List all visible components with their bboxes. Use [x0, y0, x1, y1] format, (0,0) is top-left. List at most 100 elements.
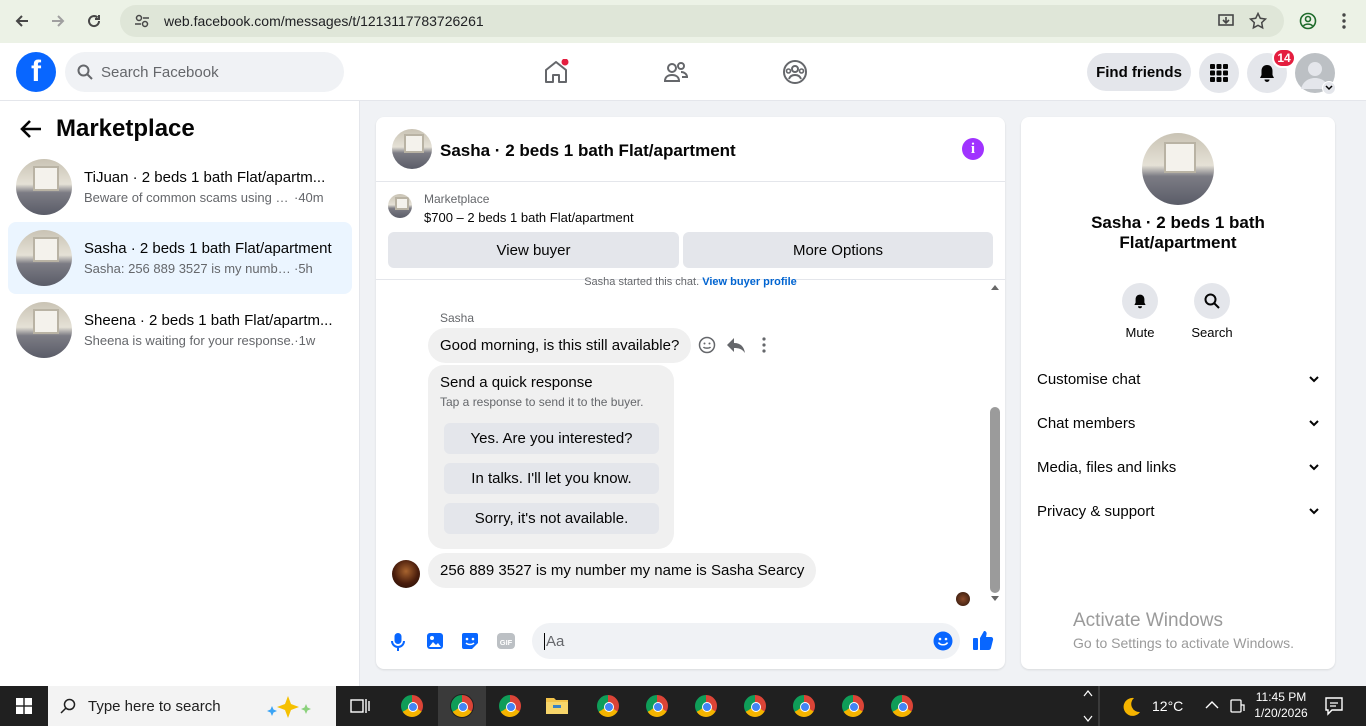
file-explorer-icon[interactable]: [545, 694, 569, 716]
thumbs-up-icon[interactable]: [972, 629, 994, 651]
conversation-preview: Sasha: 256 889 3527 is my number m...: [84, 261, 294, 276]
grid-icon: [1210, 64, 1228, 82]
install-app-icon[interactable]: [1208, 3, 1244, 39]
more-actions-icon[interactable]: [762, 337, 766, 353]
privacy-support-row[interactable]: Privacy & support: [1037, 499, 1319, 523]
react-smiley-icon[interactable]: [698, 336, 716, 354]
chrome-taskbar-icon[interactable]: [400, 694, 424, 718]
taskbar-search-placeholder: Type here to search: [88, 697, 221, 715]
view-buyer-profile-link[interactable]: View buyer profile: [702, 276, 797, 288]
friends-nav-icon[interactable]: [661, 57, 691, 87]
groups-nav-icon[interactable]: [780, 57, 810, 87]
chrome-taskbar-icon[interactable]: [890, 694, 914, 718]
microphone-icon[interactable]: [390, 632, 406, 652]
details-avatar[interactable]: [1142, 133, 1214, 205]
facebook-logo[interactable]: f: [16, 52, 56, 92]
conversation-item-active[interactable]: Sasha · 2 beds 1 bath Flat/apartment Sas…: [8, 222, 352, 294]
bookmark-star-icon[interactable]: [1240, 3, 1276, 39]
search-label: Search: [1191, 325, 1233, 340]
back-arrow-icon[interactable]: [20, 119, 42, 139]
view-buyer-button[interactable]: View buyer: [388, 232, 679, 268]
chat-details-panel: Sasha · 2 beds 1 bath Flat/apartment Mut…: [1021, 117, 1335, 669]
listing-source: Marketplace: [424, 192, 490, 206]
reload-icon[interactable]: [76, 3, 112, 39]
scrollbar-thumb[interactable]: [990, 407, 1000, 593]
message-input[interactable]: Aa: [532, 623, 960, 659]
find-friends-button[interactable]: Find friends: [1087, 53, 1191, 91]
menu-grid-button[interactable]: [1199, 53, 1239, 93]
sidebar-title: Marketplace: [56, 115, 195, 142]
sender-avatar[interactable]: [392, 560, 420, 588]
chat-members-row[interactable]: Chat members: [1037, 411, 1319, 435]
conversation-item[interactable]: TiJuan · 2 beds 1 bath Flat/apartm... Be…: [8, 151, 352, 223]
chrome-taskbar-icon[interactable]: [841, 694, 865, 718]
photo-icon[interactable]: [426, 632, 444, 650]
more-options-button[interactable]: More Options: [683, 232, 993, 268]
chrome-taskbar-icon[interactable]: [645, 694, 669, 718]
chrome-taskbar-icon[interactable]: [498, 694, 522, 718]
conversation-preview: Beware of common scams using pa...: [84, 190, 294, 205]
conversation-title: Sheena · 2 beds 1 bath Flat/apartm...: [84, 312, 333, 329]
start-button[interactable]: [0, 686, 48, 726]
weather-moon-icon[interactable]: [1120, 696, 1142, 718]
quick-response-subtitle: Tap a response to send it to the buyer.: [440, 395, 644, 409]
chevron-down-icon[interactable]: [1322, 81, 1336, 95]
section-label: Media, files and links: [1037, 458, 1177, 476]
site-info-icon[interactable]: [134, 13, 150, 29]
chevron-down-icon: [1309, 463, 1319, 470]
chrome-taskbar-icon[interactable]: [694, 694, 718, 718]
forward-icon[interactable]: [40, 3, 76, 39]
quick-response-in-talks-button[interactable]: In talks. I'll let you know.: [444, 463, 659, 494]
emoji-icon[interactable]: [933, 631, 953, 651]
windows-logo-icon: [16, 698, 32, 714]
listing-thumbnail: [16, 230, 72, 286]
quick-response-title: Send a quick response: [440, 374, 593, 391]
taskbar-search-input[interactable]: Type here to search: [48, 686, 336, 726]
back-icon[interactable]: [4, 3, 40, 39]
read-receipt-avatar: [956, 592, 970, 606]
temperature[interactable]: 12°C: [1152, 698, 1183, 714]
chevron-down-icon: [1309, 507, 1319, 514]
profile-icon[interactable]: [1290, 3, 1326, 39]
watermark-subtitle: Go to Settings to activate Windows.: [1073, 635, 1294, 651]
listing-price[interactable]: $700 – 2 beds 1 bath Flat/apartment: [424, 210, 634, 225]
search-input[interactable]: Search Facebook: [65, 52, 344, 92]
taskbar-clock[interactable]: 11:45 PM 1/20/2026: [1244, 689, 1318, 721]
chrome-taskbar-icon[interactable]: [596, 694, 620, 718]
conversation-item[interactable]: Sheena · 2 beds 1 bath Flat/apartm... Sh…: [8, 294, 352, 366]
chat-title[interactable]: Sasha · 2 beds 1 bath Flat/apartment: [440, 141, 736, 161]
notification-center-icon[interactable]: [1324, 696, 1344, 716]
browser-menu-icon[interactable]: [1326, 3, 1362, 39]
chrome-taskbar-icon[interactable]: [743, 694, 767, 718]
tray-chevron-up-icon[interactable]: [1205, 700, 1219, 710]
gif-icon[interactable]: GIF: [497, 632, 515, 650]
message-bubble[interactable]: Good morning, is this still available?: [428, 328, 692, 363]
quick-response-yes-button[interactable]: Yes. Are you interested?: [444, 423, 659, 454]
search-chat-button[interactable]: Search: [1182, 283, 1242, 340]
search-icon: [60, 698, 76, 714]
chrome-taskbar-icon[interactable]: [792, 694, 816, 718]
taskbar-scroll-arrows[interactable]: [1083, 688, 1093, 724]
reply-icon[interactable]: [726, 336, 746, 354]
address-bar[interactable]: web.facebook.com/messages/t/121311778372…: [120, 5, 1284, 37]
search-icon: [77, 64, 93, 80]
home-nav-icon[interactable]: [541, 57, 571, 87]
quick-response-not-available-button[interactable]: Sorry, it's not available.: [444, 503, 659, 534]
media-files-links-row[interactable]: Media, files and links: [1037, 455, 1319, 479]
sender-name: Sasha: [440, 311, 475, 325]
taskbar-divider: [1098, 686, 1100, 726]
message-bubble[interactable]: 256 889 3527 is my number my name is Sas…: [428, 553, 817, 588]
clock-time: 11:45 PM: [1255, 690, 1307, 704]
chrome-taskbar-icon[interactable]: [450, 694, 474, 718]
listing-thumbnail[interactable]: [388, 194, 412, 218]
message-input-placeholder: Aa: [546, 632, 565, 650]
customise-chat-row[interactable]: Customise chat: [1037, 367, 1319, 391]
sticker-icon[interactable]: [461, 632, 479, 650]
info-icon[interactable]: i: [962, 138, 984, 160]
task-view-icon[interactable]: [350, 696, 370, 716]
clock-date: 1/20/2026: [1254, 706, 1308, 720]
mute-button[interactable]: Mute: [1110, 283, 1170, 340]
url-text[interactable]: web.facebook.com/messages/t/121311778372…: [164, 13, 484, 29]
chat-started-notice: Sasha started this chat. View buyer prof…: [376, 276, 1005, 288]
chat-avatar[interactable]: [392, 129, 432, 169]
